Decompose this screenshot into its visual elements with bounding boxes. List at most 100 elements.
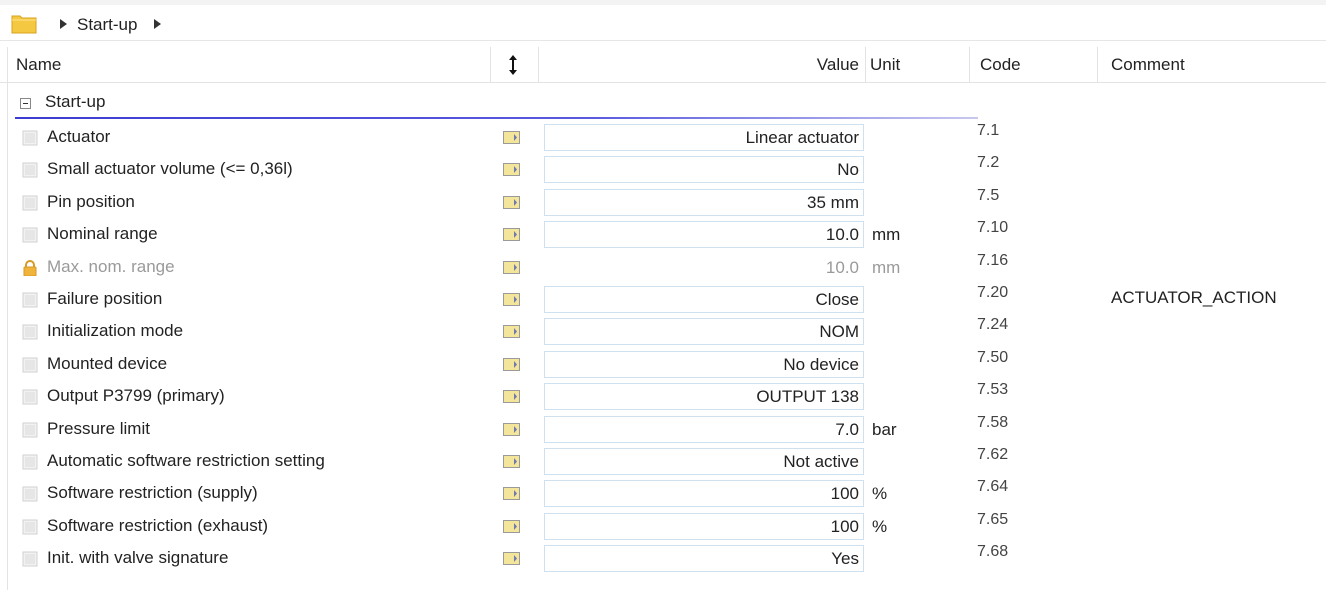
parameter-value[interactable]: No device — [783, 355, 859, 375]
parameter-value[interactable]: Close — [816, 290, 859, 310]
parameter-row[interactable]: Output P3799 (primary) OUTPUT 138 7.53 — [0, 381, 1326, 413]
flag-icon[interactable] — [503, 293, 520, 306]
parameter-row[interactable]: Actuator Linear actuator 7.1 — [0, 122, 1326, 154]
parameter-row[interactable]: Software restriction (supply) 100% 7.64 — [0, 478, 1326, 510]
group-underline — [15, 117, 978, 119]
parameter-unit: % — [872, 517, 888, 536]
parameter-value-field[interactable] — [544, 318, 864, 345]
parameter-name: Automatic software restriction setting — [47, 451, 325, 470]
parameter-row[interactable]: Pressure limit 7.0 bar 7.58 — [0, 414, 1326, 446]
parameter-row[interactable]: Automatic software restriction setting No… — [0, 446, 1326, 478]
parameter-row[interactable]: Nominal range 10.0 mm 7.10 — [0, 219, 1326, 251]
parameter-code: 7.16 — [977, 252, 1009, 269]
parameter-name: Small actuator volume (<= 0,36l) — [47, 159, 293, 178]
parameter-value[interactable]: 100 — [831, 517, 859, 537]
column-header-code[interactable]: Code — [970, 47, 1098, 82]
parameter-code: 7.68 — [977, 543, 1009, 560]
parameter-name: Failure position — [47, 289, 163, 308]
column-header-comment[interactable]: Comment — [1098, 47, 1326, 82]
parameter-row[interactable]: Mounted device No device 7.50 — [0, 349, 1326, 381]
flag-icon[interactable] — [503, 261, 520, 274]
parameter-row[interactable]: Small actuator volume (<= 0,36l) No 7.2 — [0, 154, 1326, 186]
parameter-name: Pressure limit — [47, 419, 150, 438]
parameter-row[interactable]: Failure position Close 7.20 ACTUATOR_ACTION — [0, 284, 1326, 316]
folder-icon[interactable] — [11, 12, 37, 34]
breadcrumb-item-startup[interactable]: Start-up — [77, 15, 137, 35]
parameter-code: 7.24 — [977, 316, 1009, 333]
parameter-value-field[interactable] — [544, 545, 864, 572]
parameter-value[interactable]: 100 — [831, 484, 859, 504]
parameter-value[interactable]: OUTPUT 138 — [756, 387, 859, 407]
parameter-icon — [22, 389, 38, 405]
parameter-row[interactable]: Pin position 35 mm 7.5 — [0, 187, 1326, 219]
parameter-icon — [22, 454, 38, 470]
parameter-code: 7.65 — [977, 511, 1009, 528]
flag-icon[interactable] — [503, 325, 520, 338]
flag-icon[interactable] — [503, 358, 520, 371]
parameter-unit: bar — [872, 420, 897, 439]
parameter-icon — [22, 324, 38, 340]
breadcrumb: Start-up — [0, 0, 1326, 41]
parameter-name: Init. with valve signature — [47, 548, 229, 567]
parameter-code: 7.53 — [977, 381, 1009, 398]
parameter-value[interactable]: Linear actuator — [746, 128, 859, 148]
flag-icon[interactable] — [503, 196, 520, 209]
parameter-value[interactable]: Yes — [831, 549, 859, 569]
column-header-value[interactable]: Value — [539, 47, 866, 82]
parameter-name: Software restriction (supply) — [47, 483, 258, 502]
parameter-view: Start-up Name Value Unit Code Comment St… — [0, 0, 1326, 590]
parameter-row[interactable]: Initialization mode NOM 7.24 — [0, 316, 1326, 348]
parameter-unit: % — [872, 484, 888, 503]
parameter-value-field[interactable] — [544, 416, 864, 443]
column-header-name[interactable]: Name — [8, 47, 491, 82]
parameter-icon — [22, 422, 38, 438]
parameter-value[interactable]: Not active — [783, 452, 859, 472]
triangle-right-icon[interactable] — [154, 19, 161, 29]
parameter-code: 7.10 — [977, 219, 1009, 236]
parameter-value[interactable]: 35 mm — [807, 193, 859, 213]
flag-icon[interactable] — [503, 487, 520, 500]
parameter-row[interactable]: Max. nom. range 10.0 mm 7.16 — [0, 252, 1326, 284]
lock-icon — [23, 260, 37, 276]
parameter-row[interactable]: Init. with valve signature Yes 7.68 — [0, 543, 1326, 575]
triangle-right-icon[interactable] — [60, 19, 67, 29]
flag-icon[interactable] — [503, 552, 520, 565]
flag-icon[interactable] — [503, 423, 520, 436]
flag-icon[interactable] — [503, 163, 520, 176]
parameter-name: Nominal range — [47, 224, 158, 243]
parameter-value[interactable]: No — [837, 160, 859, 180]
parameter-value[interactable]: 10.0 — [826, 225, 859, 245]
parameter-icon — [22, 227, 38, 243]
parameter-name: Software restriction (exhaust) — [47, 516, 269, 535]
parameter-value-field[interactable] — [544, 221, 864, 248]
parameter-code: 7.5 — [977, 187, 1000, 204]
column-header-unit[interactable]: Unit — [866, 47, 970, 82]
parameter-unit: mm — [872, 225, 901, 244]
parameter-value[interactable]: 7.0 — [835, 420, 859, 440]
parameter-value-field[interactable] — [544, 156, 864, 183]
parameter-name: Pin position — [47, 192, 135, 211]
parameter-code: 7.64 — [977, 478, 1009, 495]
flag-icon[interactable] — [503, 455, 520, 468]
parameter-value: 10.0 — [825, 258, 859, 277]
parameter-value[interactable]: NOM — [819, 322, 859, 342]
parameter-icon — [22, 292, 38, 308]
column-header-sort[interactable] — [491, 47, 539, 82]
column-header-row: Name Value Unit Code Comment — [0, 47, 1326, 83]
parameter-value-field[interactable] — [544, 513, 864, 540]
flag-icon[interactable] — [503, 228, 520, 241]
parameter-value-field[interactable] — [544, 480, 864, 507]
sort-arrows-icon[interactable] — [508, 55, 518, 75]
parameter-name: Max. nom. range — [47, 257, 175, 276]
parameter-code: 7.20 — [977, 284, 1009, 301]
parameter-comment: ACTUATOR_ACTION — [1111, 288, 1277, 307]
collapse-minus-icon[interactable] — [20, 98, 31, 109]
flag-icon[interactable] — [503, 131, 520, 144]
flag-icon[interactable] — [503, 390, 520, 403]
parameter-icon — [22, 162, 38, 178]
parameter-icon — [22, 130, 38, 146]
parameter-row[interactable]: Software restriction (exhaust) 100% 7.65 — [0, 511, 1326, 543]
parameter-icon — [22, 486, 38, 502]
parameter-code: 7.62 — [977, 446, 1009, 463]
flag-icon[interactable] — [503, 520, 520, 533]
